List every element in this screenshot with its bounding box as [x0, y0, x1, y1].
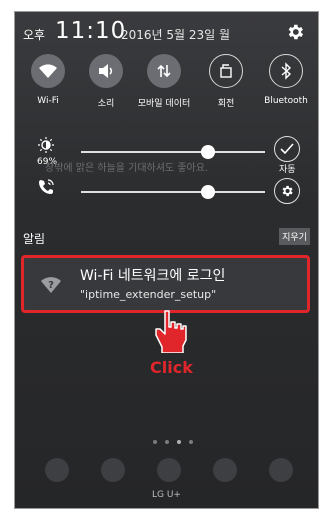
toggle-sound[interactable]: 소리: [77, 54, 135, 109]
volume-thumb[interactable]: [200, 185, 215, 199]
clock-time: 11:10: [55, 18, 127, 44]
pointing-hand-icon: [155, 310, 187, 353]
auto-brightness-button[interactable]: [274, 136, 300, 162]
toggle-bluetooth[interactable]: Bluetooth: [257, 54, 315, 106]
brightness-track[interactable]: [81, 151, 265, 153]
mobile-data-icon: [147, 54, 181, 88]
dock-app: [213, 458, 237, 482]
page-dot: [165, 440, 169, 444]
toggle-rotate[interactable]: 회전: [197, 54, 255, 109]
toggle-sound-label: 소리: [97, 99, 115, 109]
dock-app: [45, 458, 69, 482]
settings-gear-icon[interactable]: [285, 22, 305, 42]
toggle-mobile-data-label: 모바일 데이터: [137, 99, 191, 109]
svg-text:?: ?: [48, 280, 54, 291]
wifi-question-icon: ?: [41, 277, 61, 293]
volume-track[interactable]: [81, 191, 265, 193]
carrier-label: LG U+: [152, 490, 181, 500]
sound-icon: [89, 54, 123, 88]
notification-panel: 오후 11:10 2016년 5월 23일 월 Wi-Fi 소리 모바일 데이터…: [14, 11, 319, 509]
click-annotation: Click: [150, 358, 193, 377]
dock-app: [101, 458, 125, 482]
brightness-thumb[interactable]: [200, 145, 215, 159]
bluetooth-icon: [269, 54, 303, 88]
notification-title: Wi-Fi 네트워크에 로그인: [80, 268, 226, 284]
brightness-icon: [38, 137, 54, 153]
page-dot: [153, 440, 157, 444]
toggle-bluetooth-label: Bluetooth: [264, 96, 308, 106]
volume-row: [15, 172, 318, 212]
toggle-mobile-data[interactable]: 모바일 데이터: [135, 54, 193, 109]
dock-apps: [15, 458, 318, 482]
clear-notifications-button[interactable]: 지우기: [279, 228, 310, 245]
status-header: 오후 11:10 2016년 5월 23일 월: [15, 12, 318, 48]
toggle-wifi[interactable]: Wi-Fi: [19, 54, 77, 106]
page-dot: [189, 440, 193, 444]
dock-app: [157, 458, 181, 482]
wifi-icon: [31, 54, 65, 88]
toggle-wifi-label: Wi-Fi: [37, 96, 59, 106]
check-icon: [280, 143, 294, 155]
ringtone-volume-icon: [39, 179, 54, 194]
gear-icon: [282, 185, 293, 197]
page-dot: [177, 440, 181, 444]
page-indicator: [15, 440, 318, 450]
ampm-label: 오후: [23, 28, 46, 42]
notifications-section-label: 알림: [23, 232, 46, 246]
notification-subtitle: "iptime_extender_setup": [80, 288, 217, 301]
notification-wifi-login[interactable]: ? Wi-Fi 네트워크에 로그인 "iptime_extender_setup…: [21, 255, 310, 313]
rotate-icon: [209, 54, 243, 88]
sound-settings-button[interactable]: [274, 178, 300, 204]
toggle-rotate-label: 회전: [217, 99, 235, 109]
dock-app: [269, 458, 293, 482]
date-label: 2016년 5월 23일 월: [121, 28, 231, 42]
